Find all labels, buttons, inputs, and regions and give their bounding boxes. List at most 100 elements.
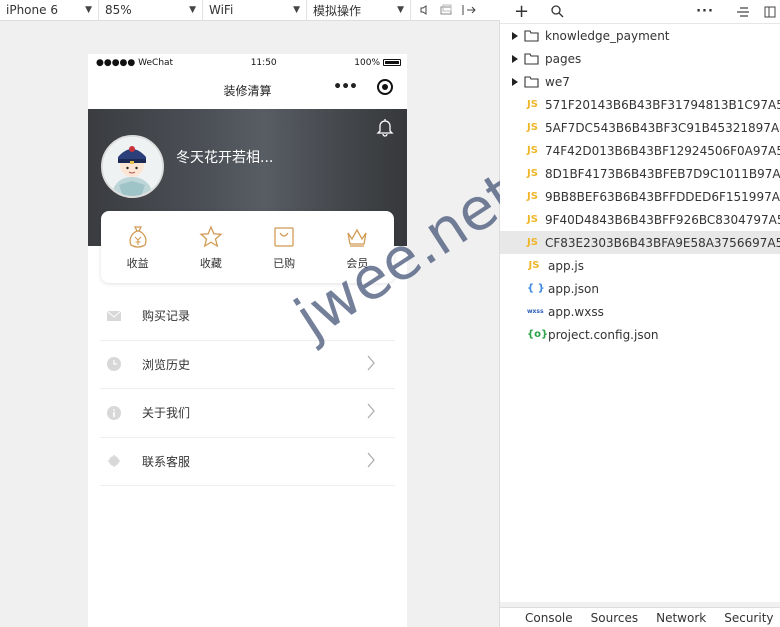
- file-row[interactable]: JS 74F42D013B6B43BF12924506F0A97A50.js: [500, 139, 780, 162]
- chevron-right-icon: [367, 355, 375, 370]
- tab-sources[interactable]: Sources: [582, 611, 647, 625]
- simulator-area: ●●●●● WeChat 11:50 100% 装修清算 ••• 冬天花开若相.…: [0, 21, 500, 627]
- json-file-icon: { }: [527, 283, 545, 294]
- stat-favorites[interactable]: 收藏: [174, 211, 247, 283]
- chevron-down-icon: ▼: [293, 5, 300, 15]
- zoom-select[interactable]: 85% ▼: [99, 0, 203, 20]
- status-bar: ●●●●● WeChat 11:50 100%: [88, 54, 407, 71]
- file-name: 9F40D4843B6B43BFF926BC8304797A50.js: [544, 212, 780, 227]
- battery-icon: [383, 58, 401, 66]
- device-select[interactable]: iPhone 6 ▼: [0, 0, 99, 20]
- folder-name: knowledge_payment: [545, 28, 670, 43]
- file-row[interactable]: JS 8D1BF4173B6B43BFEB7D9C1011B97A50.js: [500, 162, 780, 185]
- stat-label: 收益: [126, 257, 149, 270]
- chevron-down-icon: ▼: [189, 5, 196, 15]
- navbar: 装修清算 •••: [88, 71, 407, 109]
- file-name: 571F20143B6B43BF31794813B1C97A50.js: [544, 97, 780, 112]
- js-file-icon: JS: [527, 145, 538, 156]
- more-options-icon[interactable]: ···: [696, 4, 714, 19]
- username: 冬天花开若相...: [176, 150, 274, 166]
- file-name: project.config.json: [548, 327, 659, 342]
- folder-row[interactable]: we7: [500, 70, 780, 93]
- star-icon: [199, 225, 223, 248]
- stat-purchased[interactable]: 已购: [248, 211, 321, 283]
- speaker-icon[interactable]: [419, 4, 431, 16]
- file-row-selected[interactable]: JS CF83E2303B6B43BFA9E58A3756697A50.js: [500, 231, 780, 254]
- menu-item-label: 浏览历史: [142, 357, 191, 372]
- clock-icon: [107, 357, 121, 372]
- capsule-menu: •••: [333, 79, 393, 95]
- folder-icon: [524, 75, 539, 88]
- page-title: 装修清算: [223, 83, 272, 98]
- devtools-tabbar: Console Sources Network Security: [500, 607, 780, 627]
- js-file-icon: JS: [527, 191, 538, 202]
- menu-item-customer-service[interactable]: 联系客服: [100, 438, 395, 486]
- js-file-icon: JS: [527, 237, 538, 248]
- caret-right-icon: [512, 77, 518, 86]
- avatar[interactable]: [101, 135, 164, 198]
- caret-right-icon: [512, 31, 518, 40]
- service-icon: [108, 455, 120, 468]
- file-tree: knowledge_payment pages we7 JS 571F20143…: [500, 24, 780, 602]
- wxss-file-icon: wxss: [527, 308, 544, 315]
- stat-label: 已购: [273, 257, 296, 270]
- phone-screen: ●●●●● WeChat 11:50 100% 装修清算 ••• 冬天花开若相.…: [88, 54, 407, 627]
- panel-toggle-icon[interactable]: [764, 6, 776, 18]
- simulator-toolbar: iPhone 6 ▼ 85% ▼ WiFi ▼ 模拟操作 ▼: [0, 0, 500, 21]
- file-name: app.js: [548, 258, 584, 273]
- menu-item-label: 联系客服: [142, 454, 191, 469]
- chevron-down-icon: ▼: [397, 5, 404, 15]
- file-row[interactable]: { } app.json: [500, 277, 780, 300]
- menu-item-about-us[interactable]: 关于我们: [100, 389, 395, 438]
- bell-icon[interactable]: [375, 117, 395, 137]
- menu-item-browse-history[interactable]: 浏览历史: [100, 341, 395, 389]
- tab-security[interactable]: Security: [715, 611, 780, 625]
- more-icon[interactable]: •••: [333, 79, 358, 95]
- network-select[interactable]: WiFi ▼: [203, 0, 307, 20]
- add-icon[interactable]: +: [514, 1, 529, 22]
- folder-icon: [524, 29, 539, 42]
- tab-network[interactable]: Network: [647, 611, 715, 625]
- split-arrow-icon[interactable]: [461, 4, 477, 16]
- collapse-all-icon[interactable]: [736, 6, 750, 18]
- file-row[interactable]: JS 9BB8BEF63B6B43BFFDDED6F151997A50.js: [500, 185, 780, 208]
- toolbar-icons: [411, 0, 477, 20]
- folder-row[interactable]: knowledge_payment: [500, 24, 780, 47]
- avatar-illustration: [103, 137, 162, 196]
- window-icon[interactable]: [439, 4, 453, 16]
- file-name: app.json: [548, 281, 599, 296]
- caret-right-icon: [512, 54, 518, 63]
- file-name: app.wxss: [548, 304, 604, 319]
- file-name: 9BB8BEF63B6B43BFFDDED6F151997A50.js: [544, 189, 780, 204]
- money-bag-icon: [129, 226, 147, 248]
- search-icon[interactable]: [551, 5, 564, 18]
- file-row[interactable]: JS 9F40D4843B6B43BFF926BC8304797A50.js: [500, 208, 780, 231]
- file-name: 8D1BF4173B6B43BFEB7D9C1011B97A50.js: [544, 166, 780, 181]
- folder-name: we7: [545, 74, 570, 89]
- folder-row[interactable]: pages: [500, 47, 780, 70]
- status-time: 11:50: [250, 57, 277, 68]
- tab-console[interactable]: Console: [516, 611, 582, 625]
- operation-select[interactable]: 模拟操作 ▼: [307, 0, 411, 20]
- file-name: 5AF7DC543B6B43BF3C91B45321897A50.js: [544, 120, 780, 135]
- zoom-select-value: 85%: [105, 3, 132, 17]
- file-row[interactable]: JS 5AF7DC543B6B43BF3C91B45321897A50.js: [500, 116, 780, 139]
- stat-income[interactable]: 收益: [101, 211, 174, 283]
- carrier: ●●●●● WeChat: [96, 57, 174, 68]
- file-row[interactable]: wxss app.wxss: [500, 300, 780, 323]
- file-name: 74F42D013B6B43BF12924506F0A97A50.js: [544, 143, 780, 158]
- js-file-icon: JS: [527, 122, 538, 133]
- device-select-value: iPhone 6: [6, 3, 58, 17]
- chevron-down-icon: ▼: [85, 5, 92, 15]
- js-file-icon: JS: [527, 99, 538, 110]
- file-row[interactable]: JS 571F20143B6B43BF31794813B1C97A50.js: [500, 93, 780, 116]
- mail-icon: [107, 310, 121, 321]
- close-target-icon[interactable]: [377, 79, 393, 95]
- folder-icon: [524, 52, 539, 65]
- file-name: CF83E2303B6B43BFA9E58A3756697A50.js: [544, 235, 780, 250]
- network-select-value: WiFi: [209, 3, 234, 17]
- file-row[interactable]: JS app.js: [500, 254, 780, 277]
- file-row[interactable]: {o} project.config.json: [500, 323, 780, 346]
- js-file-icon: JS: [528, 260, 540, 271]
- operation-select-value: 模拟操作: [313, 3, 362, 18]
